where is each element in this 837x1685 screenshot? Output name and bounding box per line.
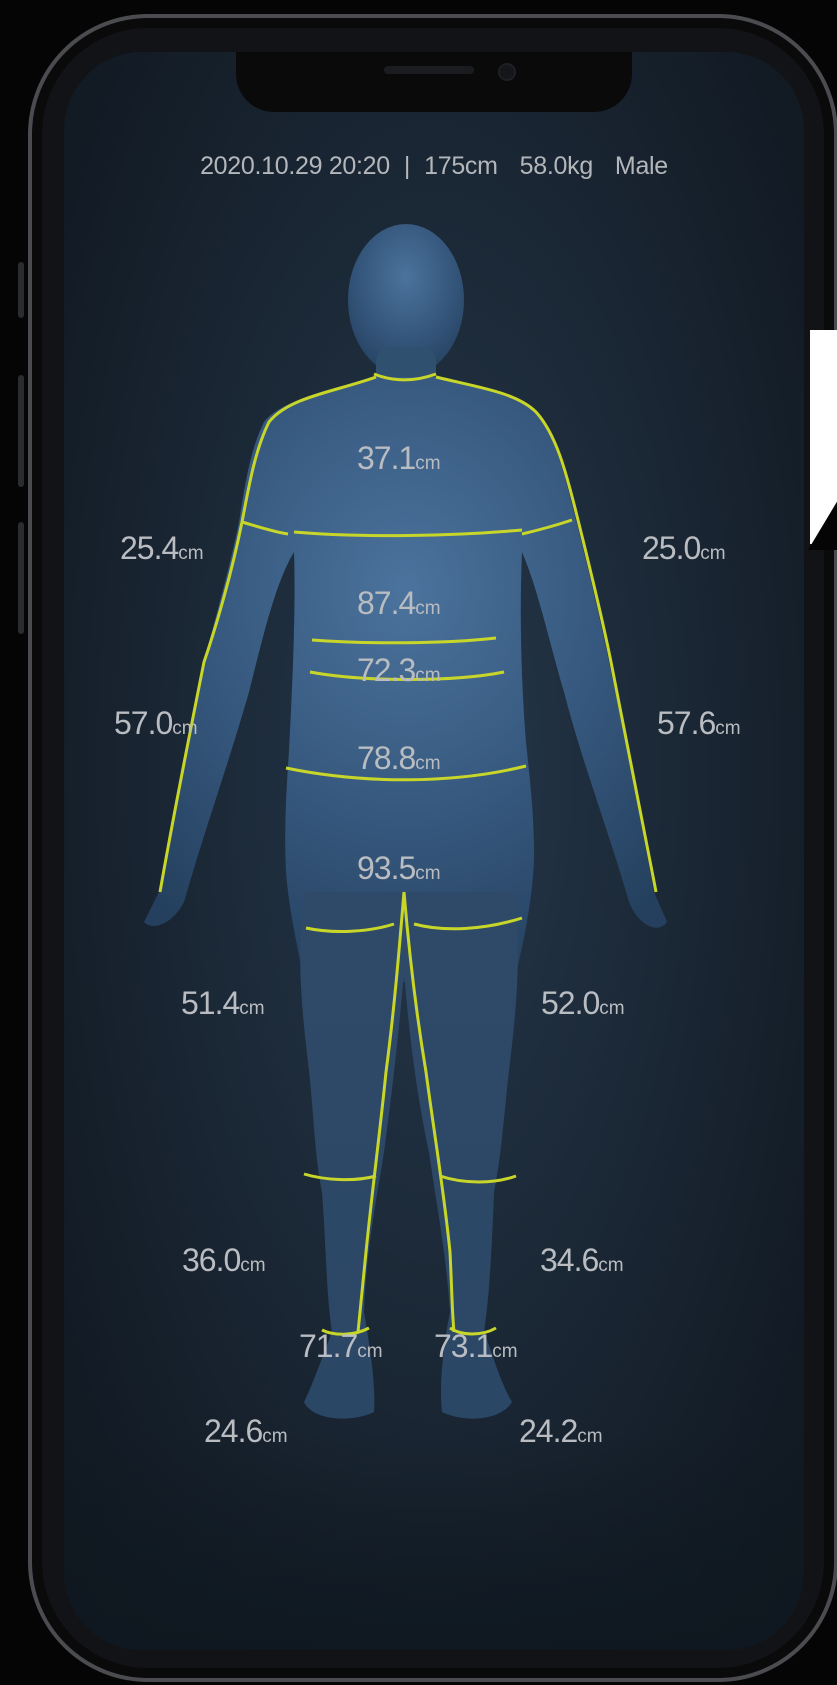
- thigh-right-measure[interactable]: 51.4cm: [181, 987, 265, 1019]
- volume-up-button: [18, 375, 24, 487]
- user-weight: 58.0kg: [519, 152, 594, 180]
- floating-panel-corner: [808, 500, 837, 550]
- inseam-right-measure[interactable]: 71.7cm: [299, 1330, 383, 1362]
- thigh-left-measure[interactable]: 52.0cm: [541, 987, 625, 1019]
- screen: 2020.10.29 20:20 | 175cm 58.0kg Male 37.1cm …: [64, 52, 804, 1650]
- upper-arm-right-measure[interactable]: 25.4cm: [120, 532, 204, 564]
- hip-measure[interactable]: 93.5cm: [357, 852, 441, 884]
- notch: [236, 52, 632, 112]
- ankle-right-measure[interactable]: 24.6cm: [204, 1415, 288, 1447]
- scan-datetime: 2020.10.29 20:20: [200, 152, 390, 180]
- upper-arm-left-measure[interactable]: 25.0cm: [642, 532, 726, 564]
- neck-measure[interactable]: 37.1cm: [357, 442, 441, 474]
- calf-left-measure[interactable]: 34.6cm: [540, 1244, 624, 1276]
- mute-switch: [18, 262, 24, 318]
- front-camera: [498, 63, 516, 81]
- arm-length-right-measure[interactable]: 57.0cm: [114, 707, 198, 739]
- inseam-left-measure[interactable]: 73.1cm: [434, 1330, 518, 1362]
- user-sex: Male: [614, 152, 668, 180]
- head: [348, 224, 464, 392]
- abdomen-measure[interactable]: 78.8cm: [357, 742, 441, 774]
- separator: |: [403, 152, 411, 180]
- chest-measure[interactable]: 87.4cm: [357, 587, 441, 619]
- ankle-left-measure[interactable]: 24.2cm: [519, 1415, 603, 1447]
- speaker: [384, 66, 474, 74]
- user-height: 175cm: [424, 152, 498, 180]
- waist-measure[interactable]: 72.3cm: [357, 654, 441, 686]
- arm-length-left-measure[interactable]: 57.6cm: [657, 707, 741, 739]
- body-model: [144, 224, 667, 1419]
- calf-right-measure[interactable]: 36.0cm: [182, 1244, 266, 1276]
- volume-down-button: [18, 522, 24, 634]
- scan-info-header: 2020.10.29 20:20 | 175cm 58.0kg Male: [64, 152, 804, 181]
